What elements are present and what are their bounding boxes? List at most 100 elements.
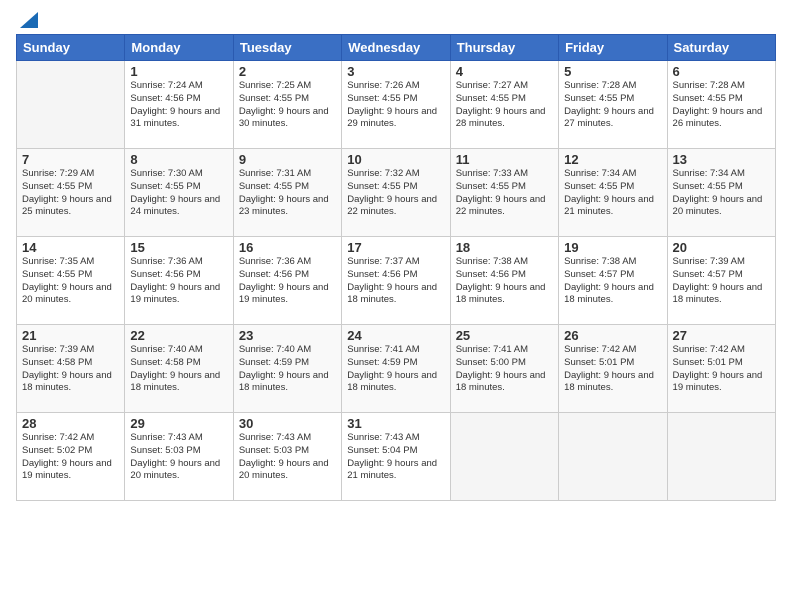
calendar-cell: 9Sunrise: 7:31 AM Sunset: 4:55 PM Daylig… [233,149,341,237]
day-number: 15 [130,240,227,255]
calendar-cell: 16Sunrise: 7:36 AM Sunset: 4:56 PM Dayli… [233,237,341,325]
day-number: 6 [673,64,770,79]
day-number: 2 [239,64,336,79]
day-info: Sunrise: 7:36 AM Sunset: 4:56 PM Dayligh… [130,256,227,307]
calendar-cell: 29Sunrise: 7:43 AM Sunset: 5:03 PM Dayli… [125,413,233,501]
day-number: 25 [456,328,553,343]
day-number: 3 [347,64,444,79]
day-info: Sunrise: 7:35 AM Sunset: 4:55 PM Dayligh… [22,256,119,307]
calendar-cell: 28Sunrise: 7:42 AM Sunset: 5:02 PM Dayli… [17,413,125,501]
day-number: 23 [239,328,336,343]
calendar-cell: 1Sunrise: 7:24 AM Sunset: 4:56 PM Daylig… [125,61,233,149]
day-info: Sunrise: 7:25 AM Sunset: 4:55 PM Dayligh… [239,80,336,131]
day-info: Sunrise: 7:43 AM Sunset: 5:03 PM Dayligh… [130,432,227,483]
calendar-cell: 10Sunrise: 7:32 AM Sunset: 4:55 PM Dayli… [342,149,450,237]
day-number: 21 [22,328,119,343]
calendar-cell: 13Sunrise: 7:34 AM Sunset: 4:55 PM Dayli… [667,149,775,237]
calendar-cell: 23Sunrise: 7:40 AM Sunset: 4:59 PM Dayli… [233,325,341,413]
calendar-cell: 26Sunrise: 7:42 AM Sunset: 5:01 PM Dayli… [559,325,667,413]
calendar-week-4: 21Sunrise: 7:39 AM Sunset: 4:58 PM Dayli… [17,325,776,413]
dow-header-wednesday: Wednesday [342,35,450,61]
day-info: Sunrise: 7:42 AM Sunset: 5:01 PM Dayligh… [673,344,770,395]
day-number: 24 [347,328,444,343]
day-number: 17 [347,240,444,255]
calendar-table: SundayMondayTuesdayWednesdayThursdayFrid… [16,34,776,501]
day-info: Sunrise: 7:43 AM Sunset: 5:04 PM Dayligh… [347,432,444,483]
day-number: 4 [456,64,553,79]
day-number: 13 [673,152,770,167]
day-number: 9 [239,152,336,167]
day-number: 1 [130,64,227,79]
day-info: Sunrise: 7:38 AM Sunset: 4:57 PM Dayligh… [564,256,661,307]
day-info: Sunrise: 7:32 AM Sunset: 4:55 PM Dayligh… [347,168,444,219]
calendar-cell: 7Sunrise: 7:29 AM Sunset: 4:55 PM Daylig… [17,149,125,237]
day-info: Sunrise: 7:41 AM Sunset: 5:00 PM Dayligh… [456,344,553,395]
day-info: Sunrise: 7:34 AM Sunset: 4:55 PM Dayligh… [673,168,770,219]
calendar-week-1: 1Sunrise: 7:24 AM Sunset: 4:56 PM Daylig… [17,61,776,149]
calendar-cell [450,413,558,501]
calendar-cell: 15Sunrise: 7:36 AM Sunset: 4:56 PM Dayli… [125,237,233,325]
dow-header-saturday: Saturday [667,35,775,61]
day-info: Sunrise: 7:39 AM Sunset: 4:57 PM Dayligh… [673,256,770,307]
logo-triangle-icon [20,12,38,28]
day-info: Sunrise: 7:42 AM Sunset: 5:02 PM Dayligh… [22,432,119,483]
calendar-cell: 6Sunrise: 7:28 AM Sunset: 4:55 PM Daylig… [667,61,775,149]
calendar-cell [17,61,125,149]
calendar-cell: 18Sunrise: 7:38 AM Sunset: 4:56 PM Dayli… [450,237,558,325]
calendar-cell: 21Sunrise: 7:39 AM Sunset: 4:58 PM Dayli… [17,325,125,413]
day-number: 26 [564,328,661,343]
day-info: Sunrise: 7:29 AM Sunset: 4:55 PM Dayligh… [22,168,119,219]
day-number: 8 [130,152,227,167]
day-info: Sunrise: 7:28 AM Sunset: 4:55 PM Dayligh… [564,80,661,131]
day-number: 5 [564,64,661,79]
calendar-week-3: 14Sunrise: 7:35 AM Sunset: 4:55 PM Dayli… [17,237,776,325]
dow-header-monday: Monday [125,35,233,61]
calendar-cell: 5Sunrise: 7:28 AM Sunset: 4:55 PM Daylig… [559,61,667,149]
day-number: 29 [130,416,227,431]
header [16,10,776,28]
day-info: Sunrise: 7:24 AM Sunset: 4:56 PM Dayligh… [130,80,227,131]
calendar-cell: 11Sunrise: 7:33 AM Sunset: 4:55 PM Dayli… [450,149,558,237]
day-info: Sunrise: 7:26 AM Sunset: 4:55 PM Dayligh… [347,80,444,131]
calendar-cell: 17Sunrise: 7:37 AM Sunset: 4:56 PM Dayli… [342,237,450,325]
calendar-cell: 4Sunrise: 7:27 AM Sunset: 4:55 PM Daylig… [450,61,558,149]
day-number: 12 [564,152,661,167]
day-info: Sunrise: 7:33 AM Sunset: 4:55 PM Dayligh… [456,168,553,219]
calendar-cell: 3Sunrise: 7:26 AM Sunset: 4:55 PM Daylig… [342,61,450,149]
day-number: 27 [673,328,770,343]
calendar-cell [559,413,667,501]
page: SundayMondayTuesdayWednesdayThursdayFrid… [0,0,792,612]
calendar-cell: 8Sunrise: 7:30 AM Sunset: 4:55 PM Daylig… [125,149,233,237]
day-info: Sunrise: 7:28 AM Sunset: 4:55 PM Dayligh… [673,80,770,131]
day-number: 14 [22,240,119,255]
dow-header-friday: Friday [559,35,667,61]
day-number: 31 [347,416,444,431]
day-info: Sunrise: 7:30 AM Sunset: 4:55 PM Dayligh… [130,168,227,219]
day-number: 19 [564,240,661,255]
calendar-week-2: 7Sunrise: 7:29 AM Sunset: 4:55 PM Daylig… [17,149,776,237]
day-info: Sunrise: 7:38 AM Sunset: 4:56 PM Dayligh… [456,256,553,307]
day-info: Sunrise: 7:36 AM Sunset: 4:56 PM Dayligh… [239,256,336,307]
day-number: 16 [239,240,336,255]
logo [16,10,38,28]
day-number: 22 [130,328,227,343]
day-info: Sunrise: 7:43 AM Sunset: 5:03 PM Dayligh… [239,432,336,483]
calendar-cell: 2Sunrise: 7:25 AM Sunset: 4:55 PM Daylig… [233,61,341,149]
day-info: Sunrise: 7:27 AM Sunset: 4:55 PM Dayligh… [456,80,553,131]
day-number: 28 [22,416,119,431]
dow-header-thursday: Thursday [450,35,558,61]
calendar-cell: 25Sunrise: 7:41 AM Sunset: 5:00 PM Dayli… [450,325,558,413]
day-number: 7 [22,152,119,167]
calendar-week-5: 28Sunrise: 7:42 AM Sunset: 5:02 PM Dayli… [17,413,776,501]
day-info: Sunrise: 7:40 AM Sunset: 4:58 PM Dayligh… [130,344,227,395]
calendar-cell: 27Sunrise: 7:42 AM Sunset: 5:01 PM Dayli… [667,325,775,413]
calendar-cell: 30Sunrise: 7:43 AM Sunset: 5:03 PM Dayli… [233,413,341,501]
day-info: Sunrise: 7:41 AM Sunset: 4:59 PM Dayligh… [347,344,444,395]
calendar-cell: 19Sunrise: 7:38 AM Sunset: 4:57 PM Dayli… [559,237,667,325]
day-info: Sunrise: 7:39 AM Sunset: 4:58 PM Dayligh… [22,344,119,395]
day-number: 11 [456,152,553,167]
day-number: 30 [239,416,336,431]
day-number: 20 [673,240,770,255]
day-info: Sunrise: 7:37 AM Sunset: 4:56 PM Dayligh… [347,256,444,307]
calendar-cell: 22Sunrise: 7:40 AM Sunset: 4:58 PM Dayli… [125,325,233,413]
